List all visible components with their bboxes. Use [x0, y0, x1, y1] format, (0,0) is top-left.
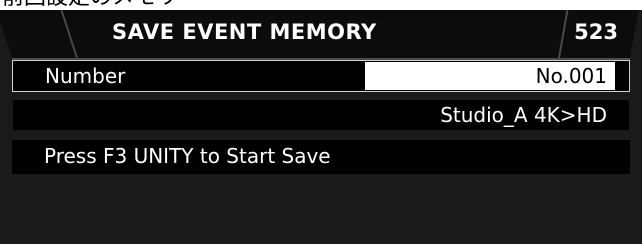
menu-title: SAVE EVENT MEMORY: [112, 20, 377, 44]
save-instruction: Press F3 UNITY to Start Save: [44, 144, 331, 168]
caption-text: 前回設定のメモリ: [2, 0, 178, 9]
number-row[interactable]: Number No.001: [12, 60, 630, 92]
menu-code: 523: [574, 20, 618, 44]
event-name-row[interactable]: Studio_A 4K>HD: [12, 99, 630, 131]
cropped-caption: 前回設定のメモリ: [0, 0, 642, 10]
number-label: Number: [45, 64, 126, 88]
event-name: Studio_A 4K>HD: [440, 103, 607, 127]
number-value-field[interactable]: No.001: [365, 62, 615, 90]
message-row: Press F3 UNITY to Start Save: [12, 140, 630, 174]
title-left-cap: [0, 10, 78, 58]
title-bar: SAVE EVENT MEMORY 523: [0, 10, 639, 60]
device-screen: SAVE EVENT MEMORY 523 Number No.001 Stud…: [0, 10, 642, 244]
number-value: No.001: [535, 64, 607, 88]
